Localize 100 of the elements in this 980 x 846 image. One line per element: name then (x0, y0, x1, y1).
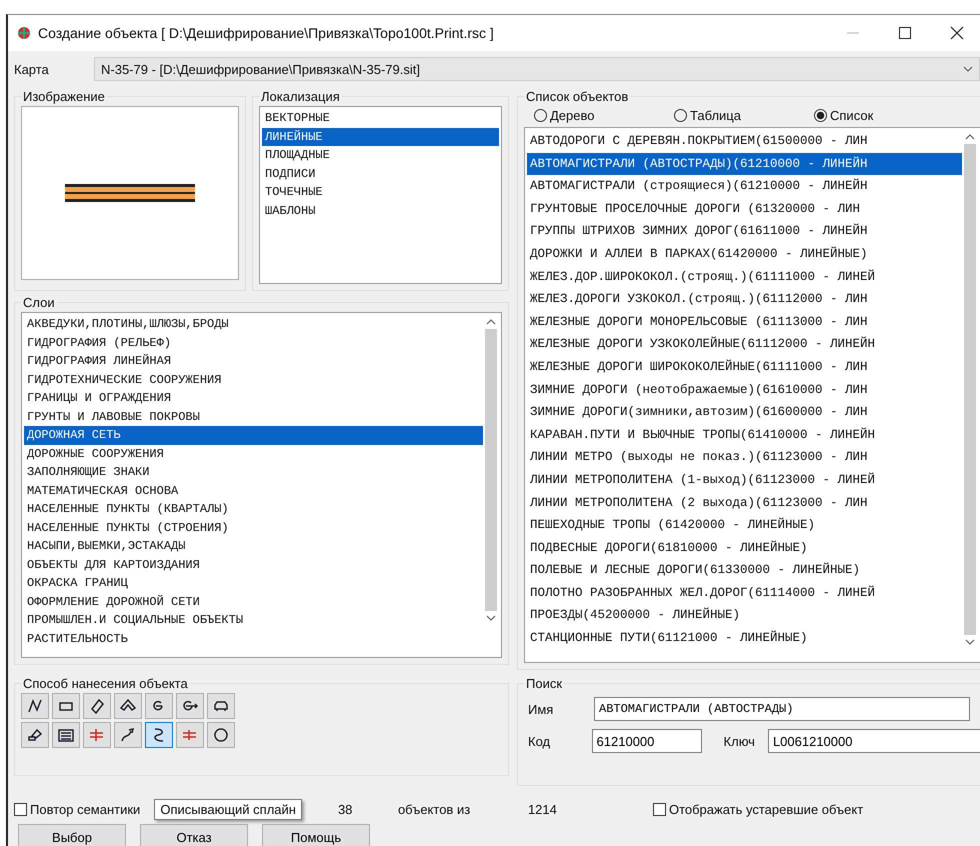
tool-button[interactable] (83, 693, 111, 719)
list-item[interactable]: ЖЕЛЕЗ.ДОРОГИ УЗКОКОЛ.(строящ.)(61112000 - ЛИН (527, 288, 962, 311)
list-item[interactable]: ЗАПОЛНЯЮЩИЕ ЗНАКИ (24, 463, 483, 482)
total-count: 1214 (528, 802, 558, 816)
scroll-up-icon[interactable] (965, 134, 975, 140)
maximize-icon[interactable] (898, 26, 912, 40)
list-item[interactable]: ПЛОЩАДНЫЕ (262, 146, 499, 164)
list-item[interactable]: ПОДВЕСНЫЕ ДОРОГИ(61810000 - ЛИНЕЙНЫЕ) (527, 536, 962, 560)
scrollbar-thumb[interactable] (964, 144, 976, 635)
list-item[interactable]: АВТОМАГИСТРАЛИ (АВТОСТРАДЫ)(61210000 - ЛИНЕЙН (527, 152, 962, 176)
dialog-button[interactable]: Отказ (140, 824, 248, 846)
show-obsolete-checkbox[interactable]: Отображать устаревшие объект (652, 802, 864, 816)
list-item[interactable]: НАСЫПИ,ВЫЕМКИ,ЭСТАКАДЫ (24, 537, 483, 556)
list-item[interactable]: ЗИМНИЕ ДОРОГИ(зимники,автозим)(61600000 - ЛИН (527, 401, 962, 424)
list-item[interactable]: ОФОРМЛЕНИЕ ДОРОЖНОЙ СЕТИ (24, 592, 483, 611)
list-item[interactable]: РАСТИТЕЛЬНОСТЬ (24, 630, 483, 648)
list-item[interactable]: ГИДРОГРАФИЯ ЛИНЕЙНАЯ (24, 352, 483, 370)
list-item[interactable]: ДОРОЖКИ И АЛЛЕИ В ПАРКАХ(61420000 - ЛИНЕЙНЫЕ) (527, 242, 962, 266)
group-title: Способ нанесения объекта (22, 676, 189, 691)
list-item[interactable]: ДОРОЖНЫЕ СООРУЖЕНИЯ (24, 444, 483, 463)
list-item[interactable]: ЛИНИИ МЕТРОПОЛИТЕНА (1-выход)(61123000 - ЛИНЕЙ (527, 468, 962, 492)
diamond-icon (88, 697, 106, 715)
map-label: Карта (14, 62, 50, 76)
view-radio[interactable]: Дерево (534, 108, 644, 123)
window-title: Создание объекта [ D:\Дешифрирование\Привязка\Topo100t.Print.rsc ] (38, 25, 495, 41)
list-item[interactable]: ОБЪЕКТЫ ДЛЯ КАРТОИЗДАНИЯ (24, 556, 483, 574)
list-item[interactable]: ТОЧЕЧНЫЕ (262, 183, 499, 202)
scroll-up-icon[interactable] (486, 319, 496, 325)
key-field[interactable]: L0061210000 (768, 729, 980, 753)
name-label: Имя (527, 702, 554, 716)
list-item[interactable]: ЛИНИИ МЕТРОПОЛИТЕНА (2 выхода)(61123000 - ЛИН (527, 492, 962, 514)
list-item[interactable]: ГРУНТОВЫЕ ПРОСЕЛОЧНЫЕ ДОРОГИ (61320000 - ЛИН (527, 198, 962, 220)
list-item[interactable]: ГИДРОТЕХНИЧЕСКИЕ СООРУЖЕНИЯ (24, 370, 483, 389)
list-item[interactable]: ГИДРОГРАФИЯ (РЕЛЬЕФ) (24, 334, 483, 352)
list-item[interactable]: КАРАВАН.ПУТИ И ВЬЮЧНЫЕ ТРОПЫ(61410000 - ЛИНЕЙН (527, 424, 962, 446)
list-item[interactable]: ЖЕЛЕЗНЫЕ ДОРОГИ МОНОРЕЛЬСОВЫЕ (61113000 - ЛИН (527, 310, 962, 334)
tool-button[interactable] (52, 693, 80, 719)
list-item[interactable]: ПОЛЕВЫЕ И ЛЕСНЫЕ ДОРОГИ(61330000 - ЛИНЕЙНЫЕ) (527, 559, 962, 582)
tool-button[interactable] (114, 722, 142, 748)
list-item[interactable]: НАСЕЛЕННЫЕ ПУНКТЫ (КВАРТАЛЫ) (24, 500, 483, 518)
list-item[interactable]: НАСЕЛЕННЫЕ ПУНКТЫ (СТРОЕНИЯ) (24, 518, 483, 537)
list-item[interactable]: ПРОЕЗДЫ(45200000 - ЛИНЕЙНЫЕ) (527, 604, 962, 628)
tool-button[interactable] (176, 693, 204, 719)
tool-button[interactable] (207, 722, 235, 748)
stamp-icon (26, 726, 44, 744)
tool-button[interactable] (207, 693, 235, 719)
tool-button[interactable] (114, 693, 142, 719)
list-item[interactable]: ЛИНИИ МЕТРО (выходы не показ.)(61123000 - ЛИН (527, 446, 962, 469)
list-item[interactable]: ЖЕЛЕЗ.ДОР.ШИРОКОКОЛ.(строящ.)(61111000 - ЛИНЕЙ (527, 266, 962, 288)
list-item[interactable]: ПОЛОТНО РАЗОБРАННЫХ ЖЕЛ.ДОРОГ(61114000 - ЛИНЕЙ (527, 582, 962, 604)
group-title: Слои (22, 295, 56, 310)
view-radio[interactable]: Таблица (674, 108, 784, 123)
object-count: 38 (338, 802, 354, 816)
scrollbar-thumb[interactable] (485, 329, 497, 612)
list-item[interactable]: АВТОДОРОГИ С ДЕРЕВЯН.ПОКРЫТИЕМ(61500000 - ЛИН (527, 130, 962, 153)
dialog-button[interactable]: Помощь (262, 824, 370, 846)
polyline-icon (26, 697, 44, 715)
list-item[interactable]: АКВЕДУКИ,ПЛОТИНЫ,ШЛЮЗЫ,БРОДЫ (24, 315, 483, 334)
list-item[interactable]: ПОДПИСИ (262, 164, 499, 183)
tool-button[interactable] (21, 722, 49, 748)
list-item[interactable]: ШАБЛОНЫ (262, 202, 499, 220)
tool-button[interactable] (145, 722, 173, 748)
count-text: объектов из (398, 802, 472, 816)
chevron-down-icon (963, 66, 973, 72)
list-item[interactable]: ОКРАСКА ГРАНИЦ (24, 574, 483, 592)
app-icon (16, 25, 32, 41)
tool-button[interactable] (21, 693, 49, 719)
list-item[interactable]: ПЕШЕХОДНЫЕ ТРОПЫ (61420000 - ЛИНЕЙНЫЕ) (527, 514, 962, 537)
close-icon[interactable] (950, 26, 964, 40)
view-radio[interactable]: Список (814, 108, 924, 123)
list-item[interactable]: МАТЕМАТИЧЕСКАЯ ОСНОВА (24, 482, 483, 500)
curve-arrow-icon (119, 726, 137, 744)
list-item[interactable]: ГРУНТЫ И ЛАВОВЫЕ ПОКРОВЫ (24, 408, 483, 426)
list-item[interactable]: АВТОМАГИСТРАЛИ (строящиеся)(61210000 - ЛИНЕЙН (527, 175, 962, 198)
list-item[interactable]: ЖЕЛЕЗНЫЕ ДОРОГИ УЗКОКОЛЕЙНЫЕ(61112000 - ЛИНЕЙН (527, 333, 962, 356)
cross-lines-icon (88, 726, 106, 744)
group-title: Список объектов (525, 89, 630, 104)
tool-button[interactable] (145, 693, 173, 719)
group-title: Изображение (22, 89, 106, 104)
map-dropdown[interactable]: N-35-79 - [D:\Дешифрирование\Привязка\N-35-79.sit] (94, 57, 980, 81)
code-label: Код (527, 734, 552, 748)
list-item[interactable]: ДОРОЖНАЯ СЕТЬ (24, 426, 483, 444)
tool-button[interactable] (52, 722, 80, 748)
scroll-down-icon[interactable] (486, 615, 496, 622)
scroll-down-icon[interactable] (965, 638, 975, 645)
code-field[interactable]: 61210000 (592, 729, 702, 753)
name-field[interactable]: АВТОМАГИСТРАЛИ (АВТОСТРАДЫ) (594, 697, 970, 721)
list-item[interactable]: ПРОМЫШЛЕН.И СОЦИАЛЬНЫЕ ОБЪЕКТЫ (24, 611, 483, 630)
list-item[interactable]: ВЕКТОРНЫЕ (262, 109, 499, 128)
list-item[interactable]: ГРАНИЦЫ И ОГРАЖДЕНИЯ (24, 389, 483, 408)
group-title: Поиск (525, 676, 564, 691)
dialog-button[interactable]: Выбор (18, 824, 126, 846)
list-item[interactable]: ЖЕЛЕЗНЫЕ ДОРОГИ ШИРОКОКОЛЕЙНЫЕ(61111000 - ЛИН (527, 356, 962, 379)
repeat-semantics-checkbox[interactable]: Повтор семантики (14, 802, 140, 816)
list-item[interactable]: СТАНЦИОННЫЕ ПУТИ(61121000 - ЛИНЕЙНЫЕ) (527, 627, 962, 650)
list-item[interactable]: ЛИНЕЙНЫЕ (262, 128, 499, 146)
list-item[interactable]: ЗИМНИЕ ДОРОГИ (неотображаемые)(61610000 - ЛИН (527, 378, 962, 402)
group-title: Локализация (260, 89, 341, 104)
key-label: Ключ (724, 734, 756, 748)
list-item[interactable]: ГРУППЫ ШТРИХОВ ЗИМНИХ ДОРОГ(61611000 - ЛИНЕЙН (527, 220, 962, 243)
